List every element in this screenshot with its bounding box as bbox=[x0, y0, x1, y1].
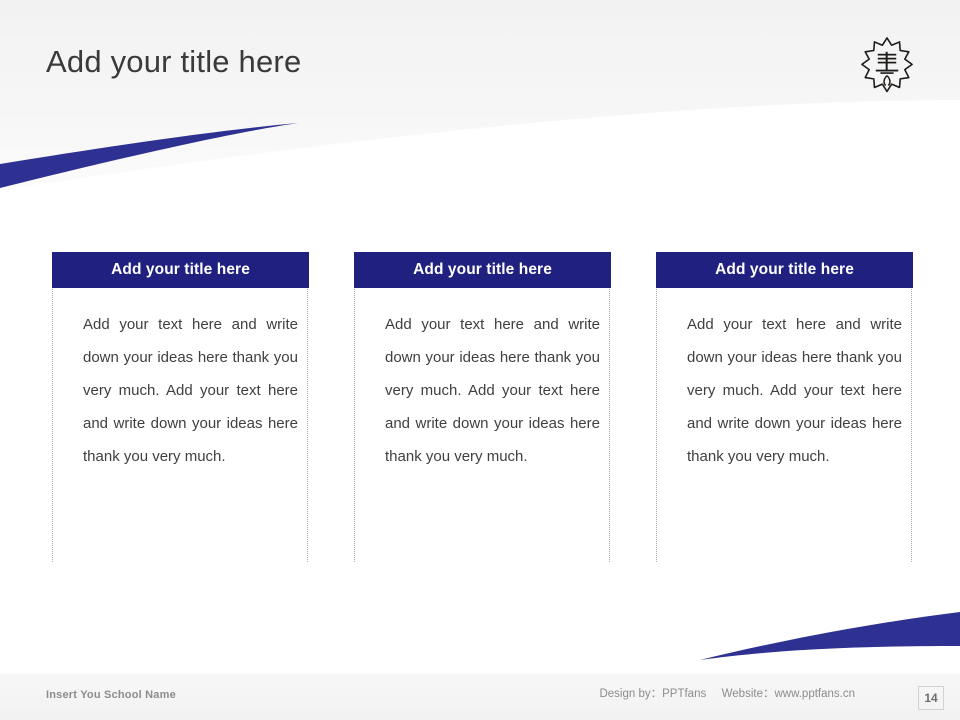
card-title: Add your title here bbox=[413, 261, 552, 278]
content-card: Add your title here Add your text here a… bbox=[354, 252, 611, 562]
footer-school-name: Insert You School Name bbox=[46, 689, 176, 701]
content-card: Add your title here Add your text here a… bbox=[52, 252, 309, 562]
card-row: Add your title here Add your text here a… bbox=[52, 252, 913, 562]
content-card: Add your title here Add your text here a… bbox=[656, 252, 913, 562]
card-header-bar: Add your title here bbox=[52, 252, 309, 288]
footer-credit: Design by：PPTfans Website：www.pptfans.cn bbox=[599, 685, 855, 701]
top-accent-swoosh bbox=[0, 123, 298, 188]
card-body-text: Add your text here and write down your i… bbox=[385, 316, 600, 465]
footer-design-by: Design by：PPTfans bbox=[599, 688, 707, 700]
page-title: Add your title here bbox=[46, 44, 302, 79]
presentation-slide: Add your title here Add your title here … bbox=[0, 0, 960, 720]
card-title: Add your title here bbox=[715, 261, 854, 278]
header-background-band bbox=[0, 0, 960, 190]
card-title: Add your title here bbox=[111, 261, 250, 278]
card-body-text: Add your text here and write down your i… bbox=[83, 316, 298, 465]
card-header-bar: Add your title here bbox=[354, 252, 611, 288]
page-number-badge: 14 bbox=[918, 686, 944, 710]
school-emblem-icon bbox=[861, 37, 913, 93]
card-body-text: Add your text here and write down your i… bbox=[687, 316, 902, 465]
footer-website: Website：www.pptfans.cn bbox=[721, 688, 855, 700]
card-header-bar: Add your title here bbox=[656, 252, 913, 288]
